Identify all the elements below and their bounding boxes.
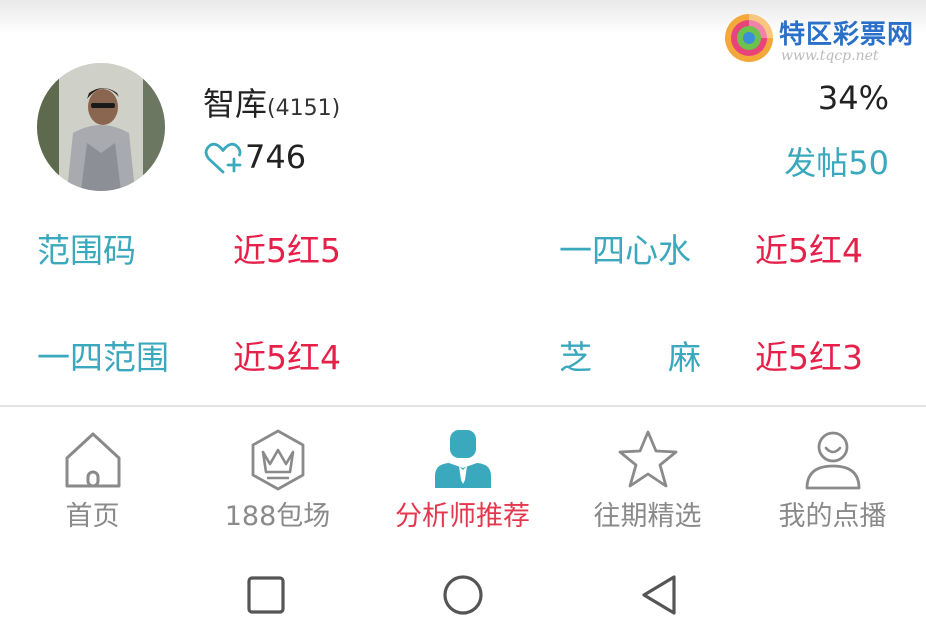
home-icon (65, 432, 120, 488)
home-button[interactable] (433, 565, 493, 625)
stat-label: 一四心水 (559, 231, 691, 270)
star-icon (618, 430, 677, 488)
tab-label: 往期精选 (593, 501, 702, 532)
user-icon (805, 431, 860, 490)
tab-label: 我的点播 (778, 501, 887, 532)
stat-value: 近5红5 (233, 231, 341, 270)
stat-label: 芝麻 (559, 338, 777, 377)
tab-archive[interactable]: 往期精选 (555, 410, 740, 535)
crown-icon (251, 429, 304, 491)
recent-apps-button[interactable] (236, 565, 296, 625)
watermark-url: www.tqcp.net (781, 48, 879, 64)
tab-188[interactable]: 188包场 (185, 410, 370, 535)
posts-count[interactable]: 发帖50 (784, 138, 889, 184)
avatar-photo (37, 63, 165, 191)
watermark-title: 特区彩票网 (779, 20, 915, 50)
back-button[interactable] (630, 565, 690, 625)
tab-my-picks[interactable]: 我的点播 (740, 410, 925, 535)
heart-plus-icon[interactable] (203, 141, 243, 175)
analyst-name[interactable]: 智库 (203, 85, 267, 123)
divider (0, 405, 926, 407)
stat-label: 一四范围 (37, 338, 169, 377)
analyst-name-line: 智库(4151) (203, 79, 340, 125)
post-count: (4151) (267, 96, 341, 121)
bottom-tab-bar: 首页 188包场 分析师推荐 往期精选 我的点播 (0, 410, 926, 535)
analyst-icon (434, 430, 491, 488)
stat-value: 近5红4 (755, 231, 863, 270)
tab-home[interactable]: 首页 (0, 410, 185, 535)
stat-value: 近5红4 (233, 338, 341, 377)
stat-label: 范围码 (37, 231, 136, 270)
tab-label: 首页 (65, 501, 120, 532)
watermark: 特区彩票网 www.tqcp.net (723, 8, 918, 70)
hit-rate: 34% (817, 79, 889, 117)
likes-count: 746 (245, 138, 307, 176)
watermark-logo-icon (725, 14, 773, 62)
avatar[interactable] (37, 63, 165, 191)
tab-label: 188包场 (224, 501, 331, 532)
system-nav-bar (0, 545, 926, 640)
tab-label: 分析师推荐 (395, 501, 530, 532)
stat-value: 近5红3 (755, 338, 863, 377)
tab-analyst[interactable]: 分析师推荐 (370, 410, 555, 535)
